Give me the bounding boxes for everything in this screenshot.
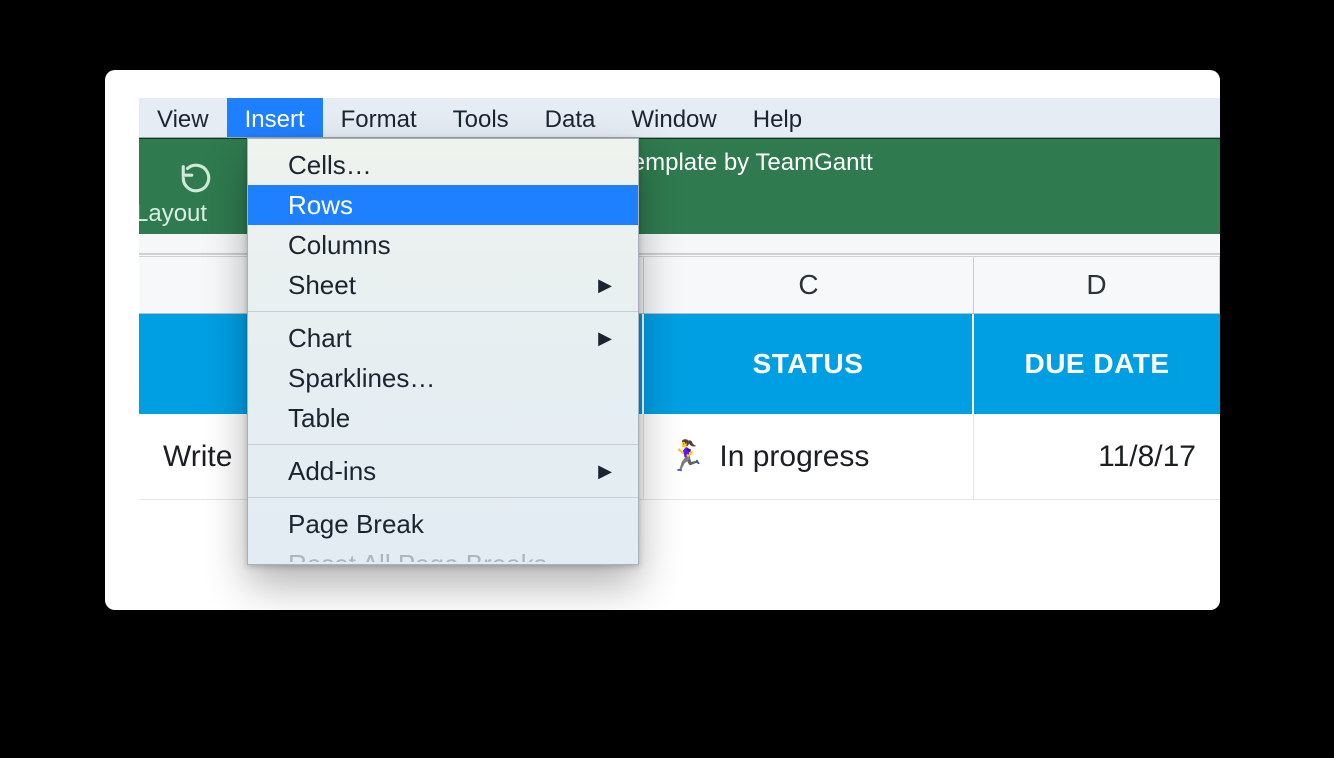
mac-menubar: View Insert Format Tools Data Window Hel…	[139, 98, 1220, 138]
menu-item-label: Reset All Page Breaks	[288, 549, 547, 562]
chevron-right-icon: ▶	[598, 270, 612, 300]
col-header-c[interactable]: C	[644, 257, 974, 313]
menu-item-columns[interactable]: Columns	[248, 225, 638, 265]
menu-item-label: Add-ins	[288, 456, 376, 486]
menu-item-page-break[interactable]: Page Break	[248, 504, 638, 544]
menu-item-reset-page-breaks[interactable]: Reset All Page Breaks	[248, 544, 638, 562]
cell-due-date-text: 11/8/17	[1098, 440, 1196, 474]
menu-insert[interactable]: Insert	[227, 98, 323, 137]
menu-separator	[248, 497, 638, 498]
menu-item-sparklines[interactable]: Sparklines…	[248, 358, 638, 398]
menu-item-addins[interactable]: Add-ins ▶	[248, 451, 638, 491]
menu-separator	[248, 311, 638, 312]
cell-task-text: Write	[163, 440, 232, 474]
menu-item-label: Cells…	[288, 150, 372, 180]
menu-item-label: Sheet	[288, 270, 356, 300]
menu-view[interactable]: View	[139, 98, 227, 137]
menu-window[interactable]: Window	[613, 98, 734, 137]
cell-due-date[interactable]: 11/8/17	[974, 414, 1220, 499]
menu-item-label: Sparklines…	[288, 363, 435, 393]
menu-item-sheet[interactable]: Sheet ▶	[248, 265, 638, 305]
menu-item-cells[interactable]: Cells…	[248, 145, 638, 185]
ribbon-tab-layout[interactable]: Layout	[139, 200, 207, 228]
runner-icon: 🏃‍♀️	[668, 439, 705, 474]
menu-item-label: Columns	[288, 230, 391, 260]
chevron-right-icon: ▶	[598, 323, 612, 353]
chevron-right-icon: ▶	[598, 456, 612, 486]
bottom-fade	[139, 560, 1220, 610]
app-inner: View Insert Format Tools Data Window Hel…	[139, 98, 1220, 610]
header-cell-status[interactable]: STATUS	[644, 314, 974, 414]
col-header-d[interactable]: D	[974, 257, 1220, 313]
menu-tools[interactable]: Tools	[435, 98, 527, 137]
menu-help[interactable]: Help	[735, 98, 820, 137]
menu-format[interactable]: Format	[323, 98, 435, 137]
header-cell-due-date[interactable]: DUE DATE	[974, 314, 1220, 414]
menu-item-rows[interactable]: Rows	[248, 185, 638, 225]
menu-item-label: Page Break	[288, 509, 424, 539]
menu-item-label: Table	[288, 403, 350, 433]
menu-item-table[interactable]: Table	[248, 398, 638, 438]
menu-item-label: Rows	[288, 190, 353, 220]
app-window: View Insert Format Tools Data Window Hel…	[105, 70, 1220, 610]
cell-status-text: In progress	[719, 440, 869, 474]
insert-menu-dropdown: Cells… Rows Columns Sheet ▶ Chart ▶ Spar…	[247, 138, 639, 565]
menu-item-label: Chart	[288, 323, 352, 353]
menu-item-chart[interactable]: Chart ▶	[248, 318, 638, 358]
cell-status[interactable]: 🏃‍♀️ In progress	[644, 414, 974, 499]
menu-data[interactable]: Data	[527, 98, 614, 137]
menu-separator	[248, 444, 638, 445]
